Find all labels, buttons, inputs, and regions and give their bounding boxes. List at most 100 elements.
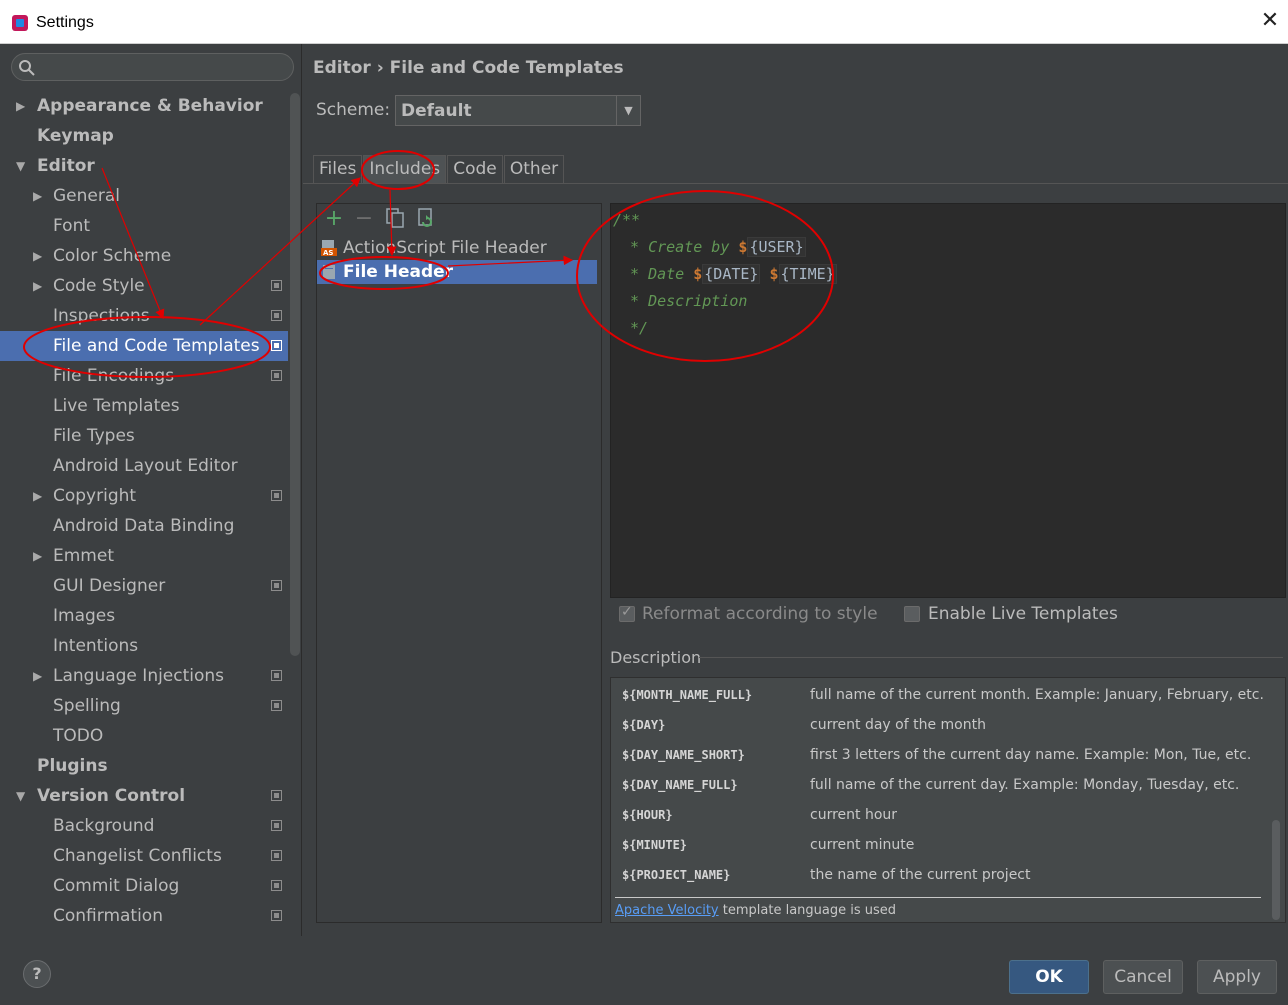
sidebar-item-todo[interactable]: TODO [0, 721, 288, 751]
sidebar-item-inspections[interactable]: Inspections [0, 301, 288, 331]
variable-name: ${DAY} [622, 718, 666, 732]
close-icon[interactable]: ✕ [1260, 10, 1280, 32]
velocity-link[interactable]: Apache Velocity [615, 903, 719, 918]
code-line-1: /** [613, 211, 641, 229]
chevron-down-icon[interactable]: ▼ [16, 151, 25, 181]
sidebar-item-copyright[interactable]: ▶ Copyright [0, 481, 288, 511]
tab-files[interactable]: Files [313, 155, 363, 183]
chevron-right-icon[interactable]: ▶ [33, 241, 42, 271]
sidebar-item-spelling[interactable]: Spelling [0, 691, 288, 721]
sidebar-item-language-injections[interactable]: ▶ Language Injections [0, 661, 288, 691]
tab-includes[interactable]: Includes [363, 155, 447, 183]
sidebar-item-color-scheme[interactable]: ▶ Color Scheme [0, 241, 288, 271]
sidebar-item-general[interactable]: ▶ General [0, 181, 288, 211]
chevron-right-icon[interactable]: ▶ [33, 661, 42, 691]
sidebar-item-label: Color Scheme [53, 246, 172, 266]
description-row: ${DAY_NAME_FULL} full name of the current… [611, 770, 1281, 800]
sidebar-item-keymap[interactable]: Keymap [0, 121, 288, 151]
sidebar-item-label: Plugins [37, 756, 108, 776]
sidebar-item-font[interactable]: Font [0, 211, 288, 241]
remove-template-button[interactable]: − [353, 208, 375, 230]
template-item-actionscript[interactable]: AS ActionScript File Header [317, 236, 597, 260]
description-row: ${DAY} current day of the month [611, 710, 1281, 740]
cancel-button[interactable]: Cancel [1103, 960, 1183, 994]
sidebar-item-live-templates[interactable]: Live Templates [0, 391, 288, 421]
sidebar-item-background[interactable]: Background [0, 811, 288, 841]
project-scope-icon [271, 670, 282, 681]
reformat-label: Reformat according to style [642, 604, 878, 624]
chevron-down-icon[interactable]: ▼ [16, 781, 25, 811]
velocity-text: template language is used [718, 903, 897, 918]
velocity-note: Apache Velocity template language is use… [615, 903, 896, 918]
reset-template-button[interactable] [415, 208, 437, 230]
project-scope-icon [271, 790, 282, 801]
sidebar-item-commit-dialog[interactable]: Commit Dialog [0, 871, 288, 901]
template-item-file-header[interactable]: File Header [317, 260, 597, 284]
sidebar-item-label: File and Code Templates [53, 336, 260, 356]
template-list-pane: + − AS ActionScript File Header File Hea… [316, 203, 602, 923]
add-template-button[interactable]: + [323, 208, 345, 230]
sidebar-item-file-types[interactable]: File Types [0, 421, 288, 451]
description-scrollbar[interactable] [1272, 820, 1280, 920]
file-icon [323, 265, 335, 279]
variable-name: ${DAY_NAME_FULL} [622, 778, 738, 792]
sidebar-item-label: Android Data Binding [53, 516, 235, 536]
sidebar-item-android-data-binding[interactable]: Android Data Binding [0, 511, 288, 541]
variable-time: {TIME} [778, 264, 837, 284]
sidebar-item-appearance-behavior[interactable]: ▶ Appearance & Behavior [0, 91, 288, 121]
sidebar-item-emmet[interactable]: ▶ Emmet [0, 541, 288, 571]
sidebar-scrollbar[interactable] [290, 93, 300, 656]
tab-code[interactable]: Code [447, 155, 503, 183]
dollar-sign: $ [693, 265, 703, 283]
variable-date: {DATE} [702, 264, 761, 284]
sidebar-item-file-and-code-templates[interactable]: File and Code Templates [0, 331, 288, 361]
template-label: ActionScript File Header [343, 238, 547, 258]
chevron-right-icon[interactable]: ▶ [33, 481, 42, 511]
live-templates-checkbox[interactable] [904, 606, 920, 622]
sidebar-item-confirmation[interactable]: Confirmation [0, 901, 288, 931]
sidebar-item-label: Code Style [53, 276, 145, 296]
variable-name: ${HOUR} [622, 808, 673, 822]
reformat-checkbox[interactable] [619, 604, 635, 622]
sidebar-item-label: Copyright [53, 486, 137, 506]
copy-template-button[interactable] [384, 208, 406, 230]
variable-description: full name of the current month. Example:… [810, 687, 1264, 703]
chevron-down-icon: ▼ [616, 96, 640, 125]
variable-description: current minute [810, 837, 915, 853]
code-line-2: * Create by $ {USER} [621, 236, 806, 258]
chevron-right-icon[interactable]: ▶ [33, 271, 42, 301]
sidebar-item-android-layout-editor[interactable]: Android Layout Editor [0, 451, 288, 481]
chevron-right-icon[interactable]: ▶ [33, 541, 42, 571]
chevron-right-icon[interactable]: ▶ [16, 91, 25, 121]
sidebar-item-version-control[interactable]: ▼ Version Control [0, 781, 288, 811]
dollar-sign: $ [769, 265, 779, 283]
sidebar-item-label: Version Control [37, 786, 186, 806]
sidebar-item-changelist-conflicts[interactable]: Changelist Conflicts [0, 841, 288, 871]
search-input[interactable] [11, 53, 294, 81]
live-templates-label: Enable Live Templates [928, 604, 1118, 624]
template-editor[interactable]: /** * Create by $ {USER} * Date $ {DATE} $… [610, 203, 1286, 598]
project-scope-icon [271, 880, 282, 891]
apply-button[interactable]: Apply [1197, 960, 1277, 994]
chevron-right-icon[interactable]: ▶ [33, 181, 42, 211]
ok-button[interactable]: OK [1009, 960, 1089, 994]
sidebar-item-code-style[interactable]: ▶ Code Style [0, 271, 288, 301]
description-row: ${HOUR} current hour [611, 800, 1281, 830]
sidebar-item-plugins[interactable]: Plugins [0, 751, 288, 781]
sidebar-item-gui-designer[interactable]: GUI Designer [0, 571, 288, 601]
help-button[interactable]: ? [23, 960, 51, 988]
comment-text: * Date [621, 265, 694, 283]
sidebar-item-file-encodings[interactable]: File Encodings [0, 361, 288, 391]
reset-icon [418, 208, 432, 227]
code-line-5: */ [621, 319, 649, 337]
description-row: ${MINUTE} current minute [611, 830, 1281, 860]
sidebar-item-intentions[interactable]: Intentions [0, 631, 288, 661]
scheme-dropdown[interactable]: Default ▼ [395, 95, 641, 126]
sidebar-item-label: Language Injections [53, 666, 225, 686]
comment-text: * Create by [621, 238, 739, 256]
sidebar-item-editor[interactable]: ▼ Editor [0, 151, 288, 181]
sidebar-item-label: Appearance & Behavior [37, 96, 263, 116]
code-line-3: * Date $ {DATE} $ {TIME} [621, 263, 837, 285]
tab-other[interactable]: Other [503, 155, 565, 183]
sidebar-item-images[interactable]: Images [0, 601, 288, 631]
